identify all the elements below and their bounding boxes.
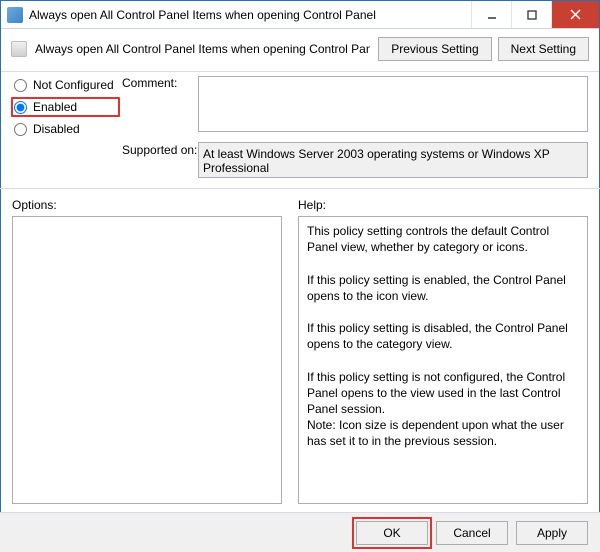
policy-header: Always open All Control Panel Items when… xyxy=(1,29,599,72)
policy-icon xyxy=(11,41,27,57)
app-icon xyxy=(7,7,23,23)
help-label: Help: xyxy=(298,198,326,212)
ok-button[interactable]: OK xyxy=(356,521,428,545)
previous-setting-button[interactable]: Previous Setting xyxy=(378,37,491,61)
policy-title: Always open All Control Panel Items when… xyxy=(35,42,370,56)
close-button[interactable] xyxy=(551,1,599,28)
comment-textarea[interactable] xyxy=(198,76,588,132)
radio-not-configured-input[interactable] xyxy=(14,79,27,92)
radio-disabled-label: Disabled xyxy=(33,122,80,136)
options-box[interactable] xyxy=(12,216,282,504)
bottom-bar: OK Cancel Apply xyxy=(0,512,600,552)
help-box: This policy setting controls the default… xyxy=(298,216,588,504)
divider xyxy=(0,188,600,189)
next-setting-button[interactable]: Next Setting xyxy=(498,37,589,61)
options-label: Options: xyxy=(12,198,57,212)
supported-label: Supported on: xyxy=(122,143,197,157)
radio-enabled-input[interactable] xyxy=(14,101,27,114)
maximize-button[interactable] xyxy=(511,1,551,28)
radio-enabled-label: Enabled xyxy=(33,100,77,114)
radio-not-configured-label: Not Configured xyxy=(33,78,114,92)
radio-disabled-input[interactable] xyxy=(14,123,27,136)
cancel-button[interactable]: Cancel xyxy=(436,521,508,545)
title-bar: Always open All Control Panel Items when… xyxy=(1,1,599,29)
comment-label: Comment: xyxy=(122,76,177,90)
minimize-button[interactable] xyxy=(471,1,511,28)
supported-text: At least Windows Server 2003 operating s… xyxy=(198,142,588,178)
state-radios: Not Configured Enabled Disabled xyxy=(14,78,114,136)
radio-enabled[interactable]: Enabled xyxy=(11,97,120,117)
window-title: Always open All Control Panel Items when… xyxy=(29,1,471,29)
radio-disabled[interactable]: Disabled xyxy=(14,122,114,136)
radio-not-configured[interactable]: Not Configured xyxy=(14,78,114,92)
apply-button[interactable]: Apply xyxy=(516,521,588,545)
